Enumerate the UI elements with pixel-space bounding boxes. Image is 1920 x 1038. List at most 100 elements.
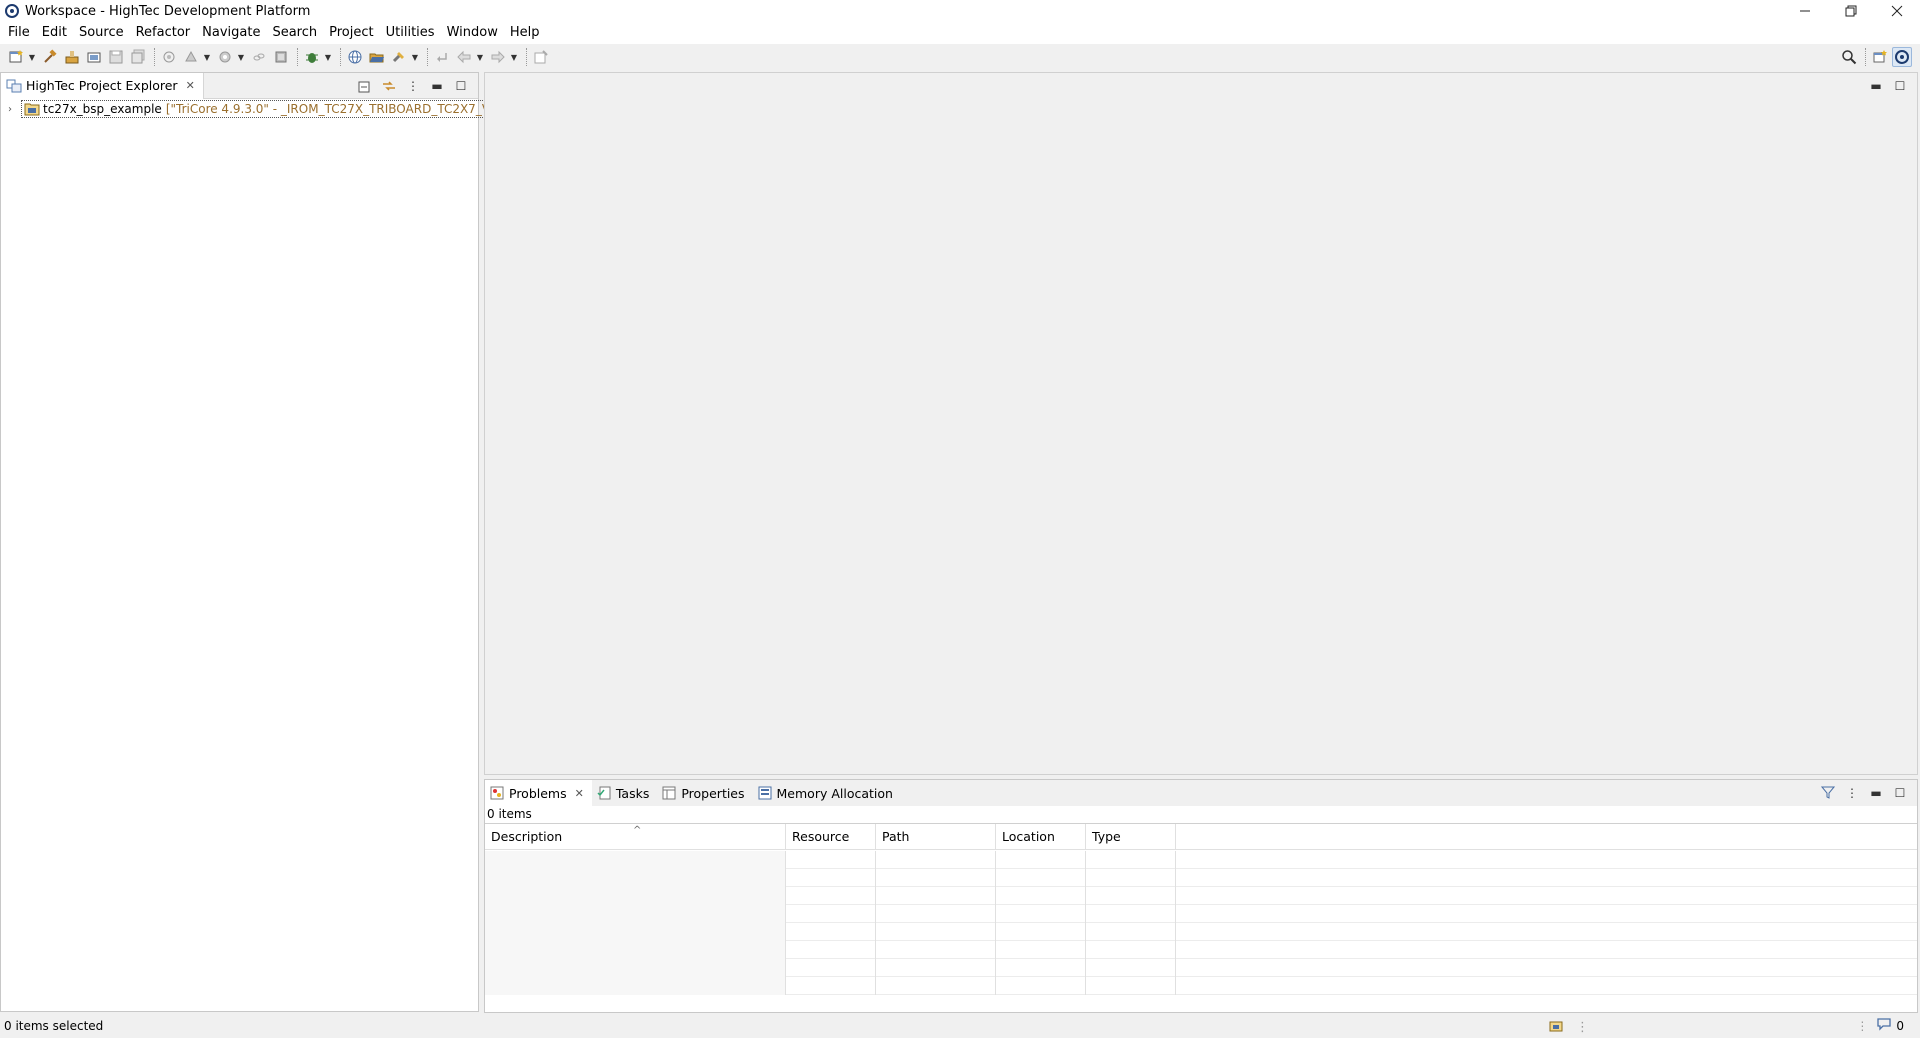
table-row — [485, 851, 1917, 869]
tab-properties-label: Properties — [681, 785, 745, 801]
save-all-button[interactable] — [128, 47, 148, 67]
minimize-view-icon[interactable]: ▬ — [1867, 784, 1885, 802]
close-button[interactable] — [1874, 0, 1920, 22]
column-filler — [1176, 824, 1917, 850]
forward-button[interactable] — [488, 47, 508, 67]
expand-chevron-icon[interactable]: › — [8, 104, 18, 115]
hightec-perspective-button[interactable] — [1892, 47, 1912, 67]
back-dropdown[interactable]: ▼ — [476, 47, 484, 67]
maximize-view-icon[interactable]: ☐ — [452, 77, 470, 95]
menu-window[interactable]: Window — [441, 22, 504, 44]
global-search-button[interactable] — [1839, 47, 1859, 67]
build-button[interactable] — [40, 47, 60, 67]
run-external-dropdown[interactable]: ▼ — [203, 47, 211, 67]
problems-tab-bar: Problems ✕ Tasks Properties Memory Alloc… — [485, 780, 1917, 806]
column-description[interactable]: Description ^ — [485, 824, 786, 850]
brush-icon — [65, 51, 79, 64]
menu-project[interactable]: Project — [323, 22, 379, 44]
new-dropdown[interactable]: ▼ — [28, 47, 36, 67]
flashlight-icon — [392, 52, 404, 63]
filter-icon[interactable] — [1819, 784, 1837, 802]
debug-dropdown[interactable]: ▼ — [324, 47, 332, 67]
minimize-editor-icon[interactable]: ▬ — [1867, 77, 1885, 95]
tree-item-project[interactable]: › tc27x_bsp_example ["TriCore 4.9.3.0" -… — [8, 100, 519, 118]
project-explorer-header: HighTec Project Explorer ✕ ⋮ ▬ ☐ — [1, 72, 478, 99]
pin-icon — [534, 50, 548, 64]
menu-help[interactable]: Help — [504, 22, 546, 44]
flash-dropdown[interactable]: ▼ — [237, 47, 245, 67]
collapse-all-icon[interactable] — [356, 77, 374, 95]
editor-area: ▬ ☐ — [484, 72, 1918, 775]
link-with-editor-icon[interactable] — [380, 77, 398, 95]
view-menu-icon[interactable]: ⋮ — [1843, 784, 1861, 802]
back-button[interactable] — [454, 47, 474, 67]
notifications-icon[interactable] — [1876, 1017, 1892, 1034]
tasks-icon — [596, 785, 612, 801]
forward-dropdown[interactable]: ▼ — [510, 47, 518, 67]
tab-memory-allocation[interactable]: Memory Allocation — [753, 780, 901, 806]
column-description-label: Description — [491, 829, 563, 844]
menu-search[interactable]: Search — [266, 22, 323, 44]
project-folder-icon — [24, 102, 40, 116]
menu-utilities[interactable]: Utilities — [380, 22, 441, 44]
project-explorer-icon — [6, 78, 22, 94]
close-tab-icon[interactable]: ✕ — [575, 787, 584, 800]
properties-icon — [661, 785, 677, 801]
tab-properties[interactable]: Properties — [657, 780, 752, 806]
column-type[interactable]: Type — [1086, 824, 1176, 850]
tab-project-explorer[interactable]: HighTec Project Explorer ✕ — [1, 72, 204, 99]
restore-button[interactable] — [1828, 0, 1874, 22]
search-tool-button[interactable] — [389, 47, 409, 67]
tab-tasks[interactable]: Tasks — [592, 780, 658, 806]
column-path[interactable]: Path — [876, 824, 996, 850]
maximize-view-icon[interactable]: ☐ — [1891, 784, 1909, 802]
table-row — [485, 869, 1917, 887]
link-button[interactable] — [249, 47, 269, 67]
problems-table-header: Description ^ Resource Path Location Typ… — [485, 824, 1917, 850]
status-separator: ⋮ — [1576, 1019, 1589, 1035]
project-node[interactable]: tc27x_bsp_example ["TriCore 4.9.3.0" - _… — [21, 100, 519, 118]
bug-icon — [306, 53, 318, 63]
new-button[interactable] — [6, 47, 26, 67]
menu-edit[interactable]: Edit — [36, 22, 73, 44]
app-logo-icon — [5, 4, 19, 18]
open-type-button[interactable] — [367, 47, 387, 67]
minimize-view-icon[interactable]: ▬ — [428, 77, 446, 95]
open-button[interactable] — [84, 47, 104, 67]
maximize-editor-icon[interactable]: ☐ — [1891, 77, 1909, 95]
table-row — [485, 959, 1917, 977]
debug-button[interactable] — [302, 47, 322, 67]
clean-button[interactable] — [62, 47, 82, 67]
close-tab-icon[interactable]: ✕ — [186, 79, 195, 92]
flash-button[interactable] — [215, 47, 235, 67]
target-button[interactable] — [159, 47, 179, 67]
project-explorer-title: HighTec Project Explorer — [26, 78, 178, 93]
pin-editor-button[interactable] — [531, 47, 551, 67]
menu-file[interactable]: File — [2, 22, 36, 44]
tab-problems[interactable]: Problems ✕ — [485, 780, 592, 806]
menu-navigate[interactable]: Navigate — [196, 22, 266, 44]
memory-button[interactable] — [271, 47, 291, 67]
menu-refactor[interactable]: Refactor — [130, 22, 197, 44]
save-button[interactable] — [106, 47, 126, 67]
column-location[interactable]: Location — [996, 824, 1086, 850]
run-external-button[interactable] — [181, 47, 201, 67]
sort-ascending-icon: ^ — [633, 825, 642, 836]
open-perspective-button[interactable] — [1870, 47, 1890, 67]
workspace-status-icon[interactable] — [1548, 1017, 1566, 1037]
tab-problems-label: Problems — [509, 785, 567, 801]
window-controls — [1782, 0, 1920, 22]
web-button[interactable] — [345, 47, 365, 67]
minimize-button[interactable] — [1782, 0, 1828, 22]
search-tool-dropdown[interactable]: ▼ — [411, 47, 419, 67]
gear-icon — [219, 51, 231, 63]
column-resource[interactable]: Resource — [786, 824, 876, 850]
menu-source[interactable]: Source — [73, 22, 130, 44]
project-decoration: ["TriCore 4.9.3.0" - _IROM_TC27X_TRIBOAR… — [165, 102, 516, 116]
table-row — [485, 887, 1917, 905]
folder-icon — [87, 52, 101, 63]
last-edit-button[interactable] — [432, 47, 452, 67]
table-row — [485, 977, 1917, 995]
view-menu-icon[interactable]: ⋮ — [404, 77, 422, 95]
problems-tools: ⋮ ▬ ☐ — [1813, 784, 1909, 802]
